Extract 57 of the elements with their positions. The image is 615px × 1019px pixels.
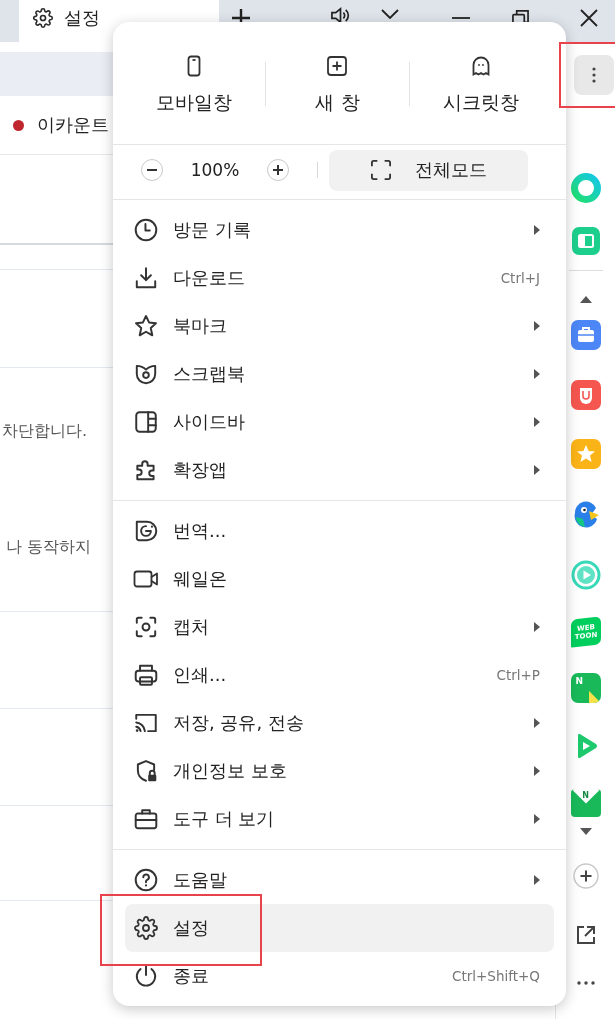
shortcut-label: Ctrl+P: [496, 667, 540, 683]
mail-app-button[interactable]: N: [570, 789, 601, 817]
more-vertical-icon: [592, 67, 596, 83]
menu-item[interactable]: 스크랩북: [125, 350, 554, 398]
quick-action-button[interactable]: 새 창: [266, 54, 409, 114]
capture-icon: [133, 614, 159, 640]
menu-item[interactable]: 확장앱: [125, 446, 554, 494]
status-dot-icon: [13, 119, 24, 131]
toolbox-icon: [133, 806, 159, 832]
menu-item[interactable]: 웨일온: [125, 555, 554, 603]
pocket-app-icon[interactable]: [570, 380, 601, 410]
sidebar-icon: [133, 409, 159, 435]
menu-item[interactable]: 방문 기록: [125, 206, 554, 254]
menu-item[interactable]: 캡처: [125, 603, 554, 651]
menu-item[interactable]: 저장, 공유, 전송: [125, 699, 554, 747]
menu-item[interactable]: 사이드바: [125, 398, 554, 446]
zoom-level-text: 100%: [189, 160, 241, 180]
menu-item[interactable]: 번역...: [125, 507, 554, 555]
minus-icon: [147, 169, 157, 171]
menu-item[interactable]: 도구 더 보기: [125, 795, 554, 843]
briefcase-app-icon[interactable]: [570, 320, 601, 350]
chevron-down-icon[interactable]: [381, 9, 399, 19]
menu-item[interactable]: 개인정보 보호: [125, 747, 554, 795]
fullscreen-button[interactable]: 전체모드: [329, 149, 528, 191]
plus-square-icon: [325, 54, 350, 78]
fullscreen-icon: [370, 160, 391, 180]
quick-action-button[interactable]: 시크릿창: [409, 54, 552, 114]
settings-icon: [32, 7, 54, 29]
account-name: 이카운트: [37, 113, 109, 137]
shortcut-label: Ctrl+J: [500, 270, 540, 286]
menu-item[interactable]: 북마크: [125, 302, 554, 350]
menu-item[interactable]: 다운로드 Ctrl+J: [125, 254, 554, 302]
add-circle-icon[interactable]: [572, 863, 599, 889]
caret-down-icon[interactable]: [579, 828, 592, 835]
power-icon: [133, 963, 159, 989]
plus-icon: [273, 165, 283, 175]
description-text: 나 동작하지: [5, 536, 93, 558]
speaker-icon[interactable]: [330, 5, 351, 25]
description-text: 차단합니다.: [1, 420, 89, 442]
help-icon: [133, 867, 159, 893]
more-horizontal-icon[interactable]: [576, 981, 595, 985]
menu-item[interactable]: 설정: [125, 904, 554, 952]
external-link-icon[interactable]: [574, 924, 597, 946]
menu-item[interactable]: 종료 Ctrl+Shift+Q: [125, 952, 554, 1000]
translate-icon: [133, 518, 159, 544]
menu-item[interactable]: 인쇄... Ctrl+P: [125, 651, 554, 699]
printer-icon: [133, 662, 159, 688]
close-icon[interactable]: [580, 9, 598, 27]
download-icon: [133, 265, 159, 291]
menu-item[interactable]: 도움말: [125, 856, 554, 904]
star-icon: [133, 313, 159, 339]
settings-icon: [133, 915, 159, 941]
clock-icon: [133, 217, 159, 243]
quick-action-button[interactable]: 모바일창: [123, 54, 266, 114]
caret-up-icon[interactable]: [579, 296, 592, 303]
shortcut-label: Ctrl+Shift+Q: [452, 968, 540, 984]
star-app-icon[interactable]: [570, 439, 601, 469]
